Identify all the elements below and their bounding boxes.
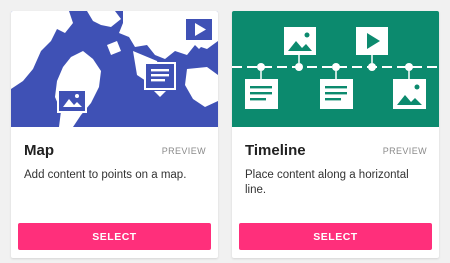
preview-link[interactable]: PREVIEW <box>383 146 427 156</box>
card-title: Timeline <box>245 142 306 159</box>
timeline-card[interactable]: Timeline PREVIEW Place content along a h… <box>232 11 439 258</box>
card-title: Map <box>24 142 54 159</box>
map-card[interactable]: Map PREVIEW Add content to points on a m… <box>11 11 218 258</box>
select-button[interactable]: SELECT <box>18 223 211 250</box>
preview-link[interactable]: PREVIEW <box>162 146 206 156</box>
select-button[interactable]: SELECT <box>239 223 432 250</box>
content-type-cards: Map PREVIEW Add content to points on a m… <box>0 0 450 263</box>
timeline-thumbnail <box>232 11 439 127</box>
card-description: Place content along a horizontal line. <box>245 169 409 196</box>
timeline-line-icon <box>232 11 439 127</box>
video-card-icon <box>356 27 388 55</box>
text-card-icon <box>245 79 278 109</box>
map-thumbnail <box>11 11 218 127</box>
card-description: Add content to points on a map. <box>24 169 187 181</box>
image-card-icon <box>284 27 316 55</box>
world-map-icon <box>11 11 218 127</box>
